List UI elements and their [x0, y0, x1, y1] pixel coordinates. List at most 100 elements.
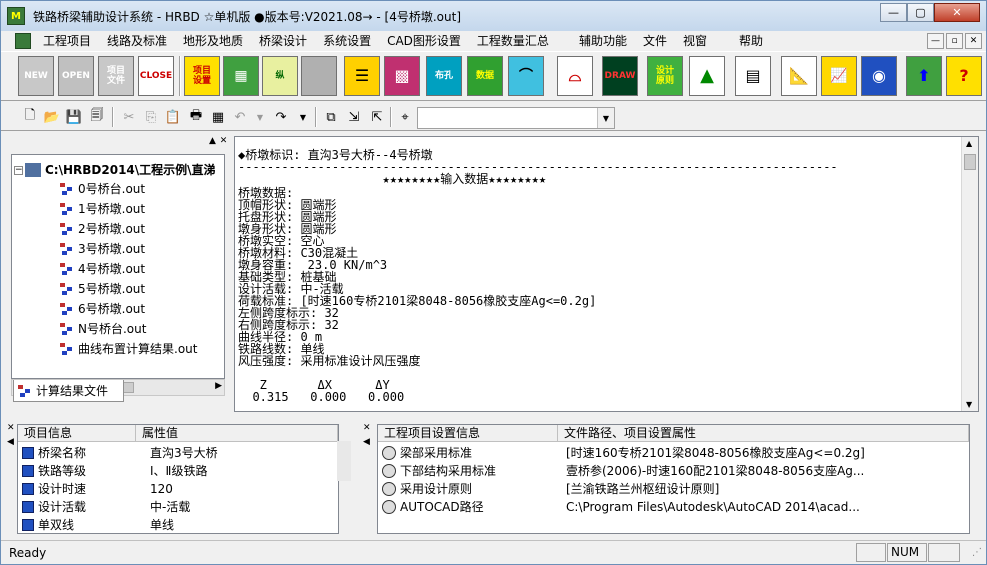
print-preview-icon[interactable]: ▦ — [208, 107, 228, 127]
pane-close-icon[interactable]: ✕ — [7, 423, 15, 433]
binoculars-icon[interactable]: ⌖ — [395, 107, 415, 127]
scroll-down-icon[interactable]: ▼ — [966, 400, 972, 409]
resize-grip-icon[interactable]: ⋰ — [972, 547, 982, 558]
save-all-icon[interactable]: 🗐 — [87, 107, 107, 127]
project-info-table[interactable]: 项目信息 属性值 桥梁名称 直沟3号大桥 铁路等级 Ⅰ、Ⅱ级铁路 设计时速 120 设… — [17, 424, 339, 534]
ruler-icon[interactable]: 📐 — [781, 56, 817, 96]
column-header[interactable]: 文件路径、项目设置属性 — [558, 425, 969, 442]
vertical-scrollbar[interactable] — [337, 441, 351, 481]
tree-root[interactable]: − C:\HRBD2014\工程示例\直涕 — [14, 161, 216, 179]
mdi-close-button[interactable]: ✕ — [965, 33, 982, 49]
new-button[interactable]: NEW — [18, 56, 54, 96]
tree-item[interactable]: 3号桥墩.out — [60, 240, 145, 258]
project-setting-button[interactable]: 项目 设置 — [184, 56, 220, 96]
menu-window[interactable]: 视窗 — [675, 31, 715, 51]
redo-icon[interactable]: ↷ — [271, 107, 291, 127]
scroll-right-icon[interactable]: ▶ — [215, 381, 222, 391]
pane-close-icon[interactable]: ✕ — [218, 136, 229, 147]
design-principle-button[interactable]: 设计 原则 — [647, 56, 683, 96]
table-row[interactable]: 桥梁名称 直沟3号大桥 — [18, 444, 338, 462]
tree-item[interactable]: N号桥台.out — [60, 320, 146, 338]
menu-tools[interactable]: 辅助功能 — [571, 31, 635, 51]
data-button[interactable]: 数据 — [467, 56, 503, 96]
tree-item[interactable]: 2号桥墩.out — [60, 220, 145, 238]
open-folder-icon[interactable]: 📂 — [42, 107, 62, 127]
disabled-button[interactable] — [301, 56, 337, 96]
undo-icon[interactable]: ↶ — [230, 107, 250, 127]
save-icon[interactable]: 💾 — [64, 107, 84, 127]
arch-icon[interactable]: ⌓ — [557, 56, 593, 96]
paste-icon[interactable]: 📋 — [163, 107, 183, 127]
pane-arrow-icon[interactable]: ▲ — [207, 136, 218, 147]
tree-item[interactable]: 5号桥墩.out — [60, 280, 145, 298]
menu-bridge-design[interactable]: 桥梁设计 — [251, 31, 315, 51]
menu-help[interactable]: 帮助 — [731, 31, 771, 51]
title-bar[interactable]: M 铁路桥梁辅助设计系统 - HRBD ☆单机版 ●版本号:V2021.08→ … — [1, 1, 986, 31]
table-icon[interactable]: ▤ — [735, 56, 771, 96]
bridge-icon[interactable]: ⌒ — [508, 56, 544, 96]
command-combo[interactable]: ▼ — [417, 107, 615, 129]
copy-icon[interactable]: ⎘ — [141, 107, 161, 127]
menu-system[interactable]: 系统设置 — [315, 31, 379, 51]
window-arrow2-icon[interactable]: ⇱ — [367, 107, 387, 127]
pane-close-icon[interactable]: ✕ — [363, 423, 371, 433]
mdi-minimize-button[interactable]: — — [927, 33, 944, 49]
chevron-down-icon[interactable]: ▼ — [597, 108, 614, 128]
tree-item[interactable]: 0号桥台.out — [60, 180, 145, 198]
tree-item[interactable]: 曲线布置计算结果.out — [60, 340, 197, 358]
tree-item[interactable]: 4号桥墩.out — [60, 260, 145, 278]
menu-file[interactable]: 文件 — [635, 31, 675, 51]
up-arrow-icon[interactable]: ⬆ — [906, 56, 942, 96]
column-header[interactable]: 工程项目设置信息 — [378, 425, 558, 442]
column-header[interactable]: 项目信息 — [18, 425, 136, 442]
scroll-thumb[interactable] — [964, 154, 976, 170]
menu-cad[interactable]: CAD图形设置 — [379, 31, 469, 51]
undo-dropdown-icon[interactable]: ▼ — [250, 107, 270, 127]
texture-icon[interactable]: ▩ — [384, 56, 420, 96]
chart-icon[interactable]: 📈 — [821, 56, 857, 96]
document-icon[interactable] — [15, 33, 31, 49]
tree-item[interactable]: 1号桥墩.out — [60, 200, 145, 218]
menu-quantity[interactable]: 工程数量汇总 — [469, 31, 557, 51]
tab-results-files[interactable]: 计算结果文件 — [13, 380, 124, 402]
table-row[interactable]: 设计时速 120 — [18, 480, 338, 498]
print-icon[interactable]: 🖶 — [186, 107, 206, 127]
pane-left-icon[interactable]: ◀ — [7, 437, 14, 447]
table-row[interactable]: AUTOCAD路径 C:\Program Files\Autodesk\AutoC… — [378, 498, 969, 516]
table-row[interactable]: 采用设计原则 [兰渝铁路兰州枢纽设计原则] — [378, 480, 969, 498]
scroll-up-icon[interactable]: ▲ — [966, 139, 972, 148]
vertical-scrollbar[interactable]: ▲ ▼ — [961, 137, 978, 411]
close-button[interactable]: ✕ — [934, 3, 980, 22]
open-button[interactable]: OPEN — [58, 56, 94, 96]
menu-route[interactable]: 线路及标准 — [99, 31, 175, 51]
maximize-button[interactable]: ▢ — [907, 3, 934, 22]
profile-button[interactable]: 纵 — [262, 56, 298, 96]
close-project-button[interactable]: CLOSE — [138, 56, 174, 96]
layer-icon[interactable]: ☰ — [344, 56, 380, 96]
table-row[interactable]: 梁部采用标准 [时速160专桥2101梁8048-8056橡胶支座Ag<=0.2g… — [378, 444, 969, 462]
file-tree[interactable]: − C:\HRBD2014\工程示例\直涕 0号桥台.out 1号桥墩.out … — [11, 154, 225, 379]
minimize-button[interactable]: — — [880, 3, 907, 22]
new-file-icon[interactable]: 🗋 — [20, 107, 40, 127]
output-text-view[interactable]: ◆桥墩标识: 直沟3号大桥--4号桥墩 --------------------… — [234, 136, 979, 412]
window-cascade-icon[interactable]: ⧉ — [321, 107, 341, 127]
project-file-button[interactable]: 项目 文件 — [98, 56, 134, 96]
help-icon[interactable]: ? — [946, 56, 982, 96]
collapse-icon[interactable]: − — [14, 165, 23, 175]
draw-button[interactable]: DRAW — [602, 56, 638, 96]
window-arrow-icon[interactable]: ⇲ — [344, 107, 364, 127]
table-row[interactable]: 设计活载 中-活载 — [18, 498, 338, 516]
grid-icon[interactable]: ▦ — [223, 56, 259, 96]
globe-icon[interactable]: ◉ — [861, 56, 897, 96]
table-row[interactable]: 下部结构采用标准 壹桥参(2006)-时速160配2101梁8048-8056支座… — [378, 462, 969, 480]
pane-left-icon[interactable]: ◀ — [363, 437, 370, 447]
column-header[interactable]: 属性值 — [136, 425, 338, 442]
tree-item[interactable]: 6号桥墩.out — [60, 300, 145, 318]
tree-icon[interactable]: ▲ — [689, 56, 725, 96]
mdi-restore-button[interactable]: ▫ — [946, 33, 963, 49]
redo-dropdown-icon[interactable]: ▼ — [293, 107, 313, 127]
table-row[interactable]: 铁路等级 Ⅰ、Ⅱ级铁路 — [18, 462, 338, 480]
menu-project[interactable]: 工程项目 — [35, 31, 99, 51]
cut-icon[interactable]: ✂ — [119, 107, 139, 127]
project-settings-table[interactable]: 工程项目设置信息 文件路径、项目设置属性 梁部采用标准 [时速160专桥2101梁… — [377, 424, 970, 534]
